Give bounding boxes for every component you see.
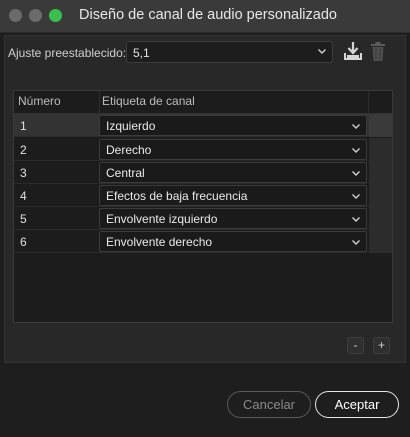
chevron-down-icon (352, 124, 360, 129)
chevron-down-icon (352, 171, 360, 176)
preset-label: Ajuste preestablecido: (8, 46, 127, 60)
table-row[interactable]: 3 Central (14, 161, 392, 184)
accept-button[interactable]: Aceptar (315, 391, 399, 418)
trash-icon[interactable] (370, 41, 386, 62)
chevron-down-icon (352, 217, 360, 222)
add-channel-button[interactable]: + (373, 337, 390, 354)
row-end-cell (369, 114, 392, 137)
channel-label-value: Envolvente izquierdo (106, 212, 218, 226)
channel-label-value: Efectos de baja frecuencia (106, 189, 248, 203)
preset-dropdown[interactable]: 5,1 (126, 41, 333, 63)
channel-label-value: Izquierdo (106, 119, 156, 133)
download-icon[interactable] (344, 41, 362, 61)
channel-label-dropdown[interactable]: Izquierdo (99, 115, 367, 136)
channel-number: 5 (20, 212, 27, 226)
row-end-cell (369, 161, 392, 184)
window-title: Diseño de canal de audio personalizado (79, 7, 337, 23)
table-row[interactable]: 2 Derecho (14, 138, 392, 161)
channel-number: 4 (20, 189, 27, 203)
table-row[interactable]: 5 Envolvente izquierdo (14, 207, 392, 230)
chevron-down-icon (352, 148, 360, 153)
row-end-cell (369, 230, 392, 253)
close-window-button[interactable] (9, 9, 22, 22)
row-end-cell (369, 184, 392, 207)
channel-table: Número Etiqueta de canal 1 Izquierdo 2 D… (13, 90, 393, 323)
channel-label-dropdown[interactable]: Central (99, 162, 367, 183)
chevron-down-icon (318, 49, 326, 54)
channel-label-dropdown[interactable]: Envolvente derecho (99, 231, 367, 252)
zoom-window-button[interactable] (49, 9, 62, 22)
minimize-window-button[interactable] (29, 9, 42, 22)
column-header-label: Etiqueta de canal (102, 94, 195, 108)
column-divider (368, 91, 369, 113)
preset-value: 5,1 (133, 46, 150, 60)
channel-label-value: Derecho (106, 143, 152, 157)
chevron-down-icon (352, 240, 360, 245)
title-bar: Diseño de canal de audio personalizado (0, 0, 410, 33)
channel-label-dropdown[interactable]: Envolvente izquierdo (99, 208, 367, 229)
row-end-cell (369, 207, 392, 230)
remove-channel-button[interactable]: - (347, 337, 364, 354)
cancel-button[interactable]: Cancelar (227, 391, 311, 418)
row-end-cell (369, 138, 392, 161)
table-row[interactable]: 1 Izquierdo (14, 114, 392, 137)
channel-number: 2 (20, 143, 27, 157)
table-row[interactable]: 6 Envolvente derecho (14, 230, 392, 253)
chevron-down-icon (352, 194, 360, 199)
channel-number: 1 (20, 119, 27, 133)
column-header-number: Número (18, 94, 61, 108)
channel-label-value: Envolvente derecho (106, 235, 213, 249)
channel-label-value: Central (106, 166, 145, 180)
channel-label-dropdown[interactable]: Derecho (99, 139, 367, 160)
channel-label-dropdown[interactable]: Efectos de baja frecuencia (99, 185, 367, 206)
column-divider (99, 91, 100, 113)
channel-number: 6 (20, 235, 27, 249)
table-row[interactable]: 4 Efectos de baja frecuencia (14, 184, 392, 207)
channel-number: 3 (20, 166, 27, 180)
